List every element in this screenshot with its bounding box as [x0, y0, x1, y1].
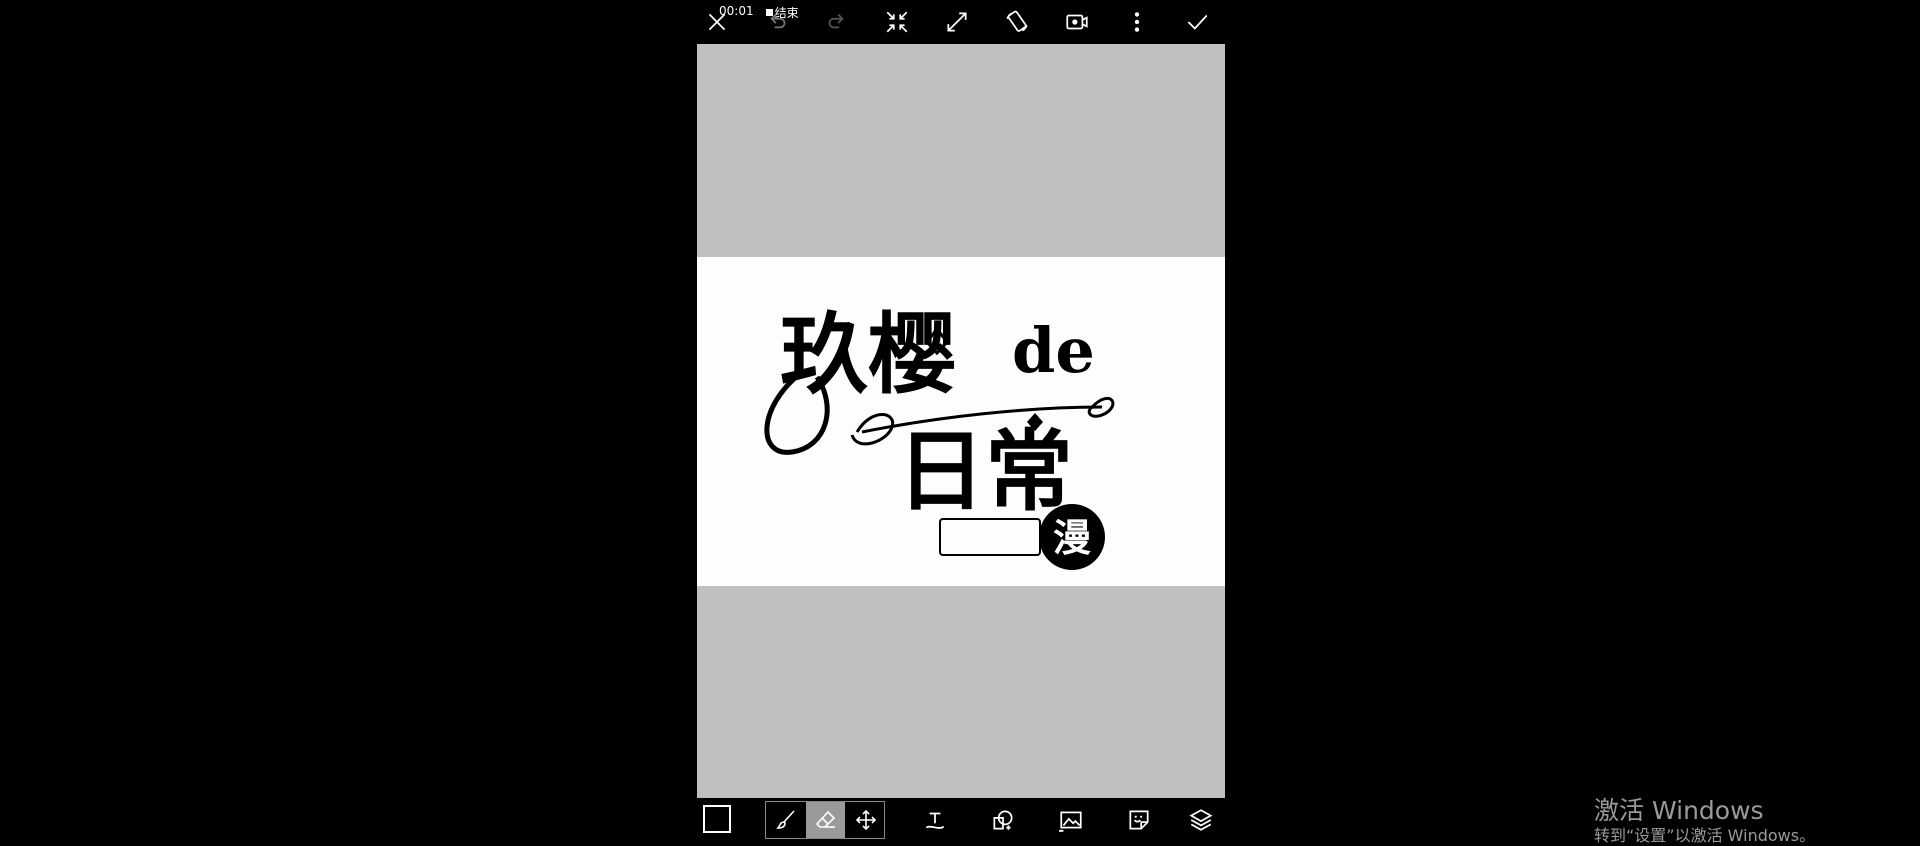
watermark-line1: 激活 Windows [1594, 796, 1764, 825]
rotate-screen-button[interactable] [999, 4, 1035, 40]
brush-tool-button[interactable] [766, 802, 805, 838]
draw-tool-group [765, 801, 885, 839]
top-toolbar: 00:01 结束 [697, 0, 1225, 44]
phone-screen: 00:01 结束 玖樱 de 日常 漫 [697, 0, 1225, 843]
redo-button[interactable] [819, 4, 855, 40]
more-options-button[interactable] [1119, 4, 1155, 40]
drawing-canvas[interactable]: 玖樱 de 日常 漫 [697, 44, 1225, 798]
fullscreen-button[interactable] [939, 4, 975, 40]
watermark-line2: 转到“设置”以激活 Windows。 [1594, 826, 1816, 845]
bottom-toolbar [697, 798, 1225, 843]
logo-artwork-svg: 玖樱 de 日常 漫 [764, 302, 1115, 570]
apply-button[interactable] [1179, 4, 1215, 40]
check-icon [1187, 14, 1208, 30]
sticker-icon [1129, 810, 1149, 830]
more-vertical-icon [1134, 12, 1140, 32]
undo-icon [770, 13, 786, 29]
current-color-swatch[interactable] [703, 805, 731, 833]
image-tool-button[interactable] [1053, 802, 1089, 838]
collapse-button[interactable] [879, 4, 915, 40]
recording-timer: 00:01 [719, 4, 754, 18]
collapse-icon [886, 11, 908, 33]
record-video-button[interactable] [1059, 4, 1095, 40]
artwork-title-line1: 玖樱 [780, 302, 956, 406]
brush-icon [775, 810, 795, 829]
redo-icon [828, 13, 844, 29]
artwork-badge: 漫 [1053, 515, 1091, 560]
rotate-screen-icon [1006, 10, 1028, 32]
eraser-icon [815, 810, 835, 828]
shape-icon [993, 810, 1013, 830]
sticker-tool-button[interactable] [1121, 802, 1157, 838]
shape-tool-button[interactable] [985, 802, 1021, 838]
text-tool-button[interactable] [917, 802, 953, 838]
layers-button[interactable] [1183, 802, 1219, 838]
record-video-icon [1066, 14, 1088, 30]
artwork-title-line2: 日常 [897, 419, 1073, 523]
text-icon [925, 812, 945, 829]
move-tool-button[interactable] [846, 802, 885, 838]
windows-activation-watermark: 激活 Windows 转到“设置”以激活 Windows。 [1594, 796, 1815, 846]
eraser-tool-button[interactable] [806, 802, 845, 838]
artwork-title-de: de [1012, 314, 1095, 387]
undo-button[interactable] [759, 4, 795, 40]
move-icon [855, 809, 876, 831]
expand-icon [947, 12, 967, 32]
image-icon [1059, 811, 1082, 832]
logo-artwork: 玖樱 de 日常 漫 [697, 257, 1225, 586]
layers-icon [1189, 809, 1213, 831]
